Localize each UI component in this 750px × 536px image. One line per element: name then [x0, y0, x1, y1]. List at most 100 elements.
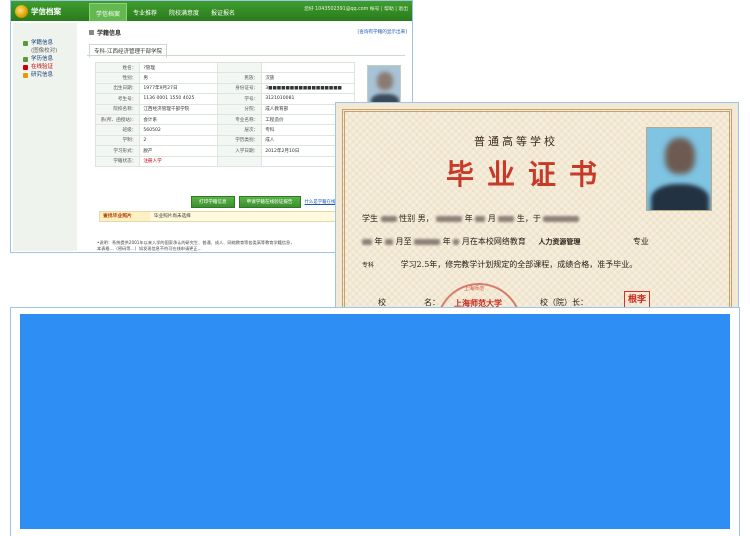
redacted-value: [414, 239, 441, 245]
field-label: 学号：: [216, 93, 263, 105]
table-row: 院校名称： 江西经济管理干部学院 分院： 成人教育部: [94, 103, 355, 115]
field-label: 入学日期：: [216, 145, 263, 157]
redacted-value: [436, 216, 463, 222]
field-value: 汉族: [261, 72, 355, 84]
redacted-value: [453, 239, 460, 245]
section-title-text: 学籍信息: [97, 30, 122, 37]
field-label: 学籍状态：: [94, 155, 141, 167]
graduation-photo-row: 查找毕业照片 毕业照片尚未选择: [99, 211, 357, 222]
research-icon: [23, 72, 28, 78]
table-row: 姓名： ?管理: [94, 61, 355, 74]
photo-shoulder: [651, 184, 709, 210]
student-photo: [367, 65, 401, 107]
field-label: 院校名称：: [94, 103, 141, 115]
cert-text: 生，于: [516, 214, 541, 223]
field-label: 学习形式：: [94, 145, 141, 157]
tab-divider: [87, 55, 405, 56]
field-label: 考生号：: [94, 93, 141, 105]
sidebar-item-degree[interactable]: 学历信息: [23, 55, 77, 63]
field-value: 3■■■■■■■■■■■■■■■■■: [261, 82, 355, 95]
action-buttons: 打印学籍信息 申请学籍在线验证报告 什么是学籍在线验证: [191, 196, 344, 208]
cert-text: 年: [464, 214, 473, 223]
cert-text: 学习2.5年，修完教学计划规定的全部课程，成绩合格，准予毕业。: [400, 260, 638, 269]
cert-text: 专业: [632, 237, 649, 246]
table-row: 班级： 560502 层次： 专科: [94, 124, 355, 136]
tab-record[interactable]: 学信档案: [89, 3, 128, 21]
doc-icon: [23, 40, 28, 46]
field-label: [216, 61, 263, 74]
sidebar-item-photo-check[interactable]: (图像校对): [23, 47, 77, 55]
field-label: 分院：: [216, 103, 263, 115]
sidebar-item-label: 学籍信息: [31, 40, 54, 46]
print-record-button[interactable]: 打印学籍信息: [191, 196, 235, 208]
photo-row-value: 毕业照片尚未选择: [154, 214, 191, 219]
field-label: [216, 155, 263, 167]
field-label: 专业名称：: [216, 113, 263, 126]
field-value: 江西经济管理干部学院: [139, 103, 218, 115]
verify-icon: [23, 64, 28, 70]
field-label: 姓名：: [94, 61, 141, 74]
cert-text: 年: [442, 237, 451, 246]
field-value: [261, 61, 355, 74]
field-label: 学历类别：: [216, 134, 263, 147]
user-links[interactable]: 您好 1043502391@qq.com 帐号 | 帮助 | 退出: [304, 5, 408, 12]
sidebar-item-research[interactable]: 研究信息: [23, 71, 77, 79]
cert-text: 学生: [362, 214, 378, 223]
field-value: 560502: [139, 124, 218, 136]
redacted-value: [385, 239, 394, 245]
table-row: 系(所、函授站)： 会计系 专业名称： 工程造价: [94, 113, 355, 126]
certificate-photo: [646, 127, 712, 211]
field-value: 1136 0001 1550 4025: [139, 93, 218, 105]
tab-major[interactable]: 专业推荐: [127, 3, 163, 21]
show-all-link[interactable]: [查询有学籍的显示出来]: [357, 29, 407, 35]
cert-text: 性别 男，: [399, 214, 434, 223]
seal-top-text: 上海师范: [464, 286, 485, 292]
field-value: 会计系: [139, 113, 218, 126]
certificate-title: 毕业证书: [446, 158, 611, 191]
field-label: 民族：: [216, 72, 263, 84]
main-nav: 学信档案 专业推荐 院校满意度 报证报名: [89, 3, 241, 21]
apply-verify-button[interactable]: 申请学籍在线验证报告: [238, 196, 301, 208]
field-value: ?管理: [139, 61, 218, 74]
tab-satisfaction[interactable]: 院校满意度: [163, 3, 205, 21]
cert-level: 专科: [362, 262, 375, 269]
section-title: 学籍信息: [89, 28, 121, 37]
field-label: 出生日期：: [94, 82, 141, 95]
field-value: 注册入学: [139, 155, 218, 167]
tab-exam[interactable]: 报证报名: [205, 3, 241, 21]
redacted-value: [475, 216, 486, 222]
table-row: 考生号： 1136 0001 1550 4025 学号： 3121010081: [94, 93, 355, 105]
redacted-value: [543, 216, 580, 222]
certificate-line-1: 学生 性别 男， 年 月 生，于: [362, 213, 580, 224]
field-value: 2: [139, 134, 218, 147]
table-row: 出生日期： 1977年9月27日 身份证号： 3■■■■■■■■■■■■■■■■■: [94, 82, 355, 95]
logo-icon: [15, 4, 28, 18]
field-label: 系(所、函授站)：: [94, 113, 141, 126]
site-logo[interactable]: 学信档案: [15, 4, 61, 18]
field-label: 学制：: [94, 134, 141, 147]
record-table: 姓名： ?管理 性别：男民族： 汉族 出生日期： 1977年9月27日 身份证号： 3■■■■…: [94, 61, 355, 167]
doc-icon: [23, 56, 28, 62]
photo-row-label: 查找毕业照片: [100, 212, 150, 221]
field-label: 班级：: [94, 124, 141, 136]
field-value: 男: [139, 72, 218, 84]
redacted-value: [362, 239, 372, 245]
field-label: 身份证号：: [216, 82, 263, 95]
sidebar-item-label: 学历信息: [31, 56, 54, 62]
table-row: 性别：男民族： 汉族: [94, 72, 355, 84]
field-label: 层次：: [216, 124, 263, 136]
cert-text: 年: [374, 237, 383, 246]
sidebar-item-enrollment[interactable]: 学籍信息: [23, 39, 77, 47]
redacted-value: [498, 216, 515, 222]
top-bar: 学信档案 学信档案 专业推荐 院校满意度 报证报名 您好 1043502391@…: [11, 1, 412, 21]
sidebar-item-verify[interactable]: 在线验证: [23, 63, 77, 71]
sidebar-item-label: 研究信息: [31, 72, 54, 78]
table-row: 学制： 2 学历类别： 成人: [94, 134, 355, 147]
field-value: 1977年9月27日: [139, 82, 218, 95]
sidebar: 学籍信息 (图像校对) 学历信息 在线验证 研究信息: [13, 23, 77, 251]
certificate-header: 普通高等学校: [474, 135, 558, 148]
photo-face: [665, 138, 695, 174]
field-label: 性别：: [94, 72, 141, 84]
cert-text: 月在本校网络教育: [461, 237, 526, 246]
redacted-name: [380, 216, 397, 222]
